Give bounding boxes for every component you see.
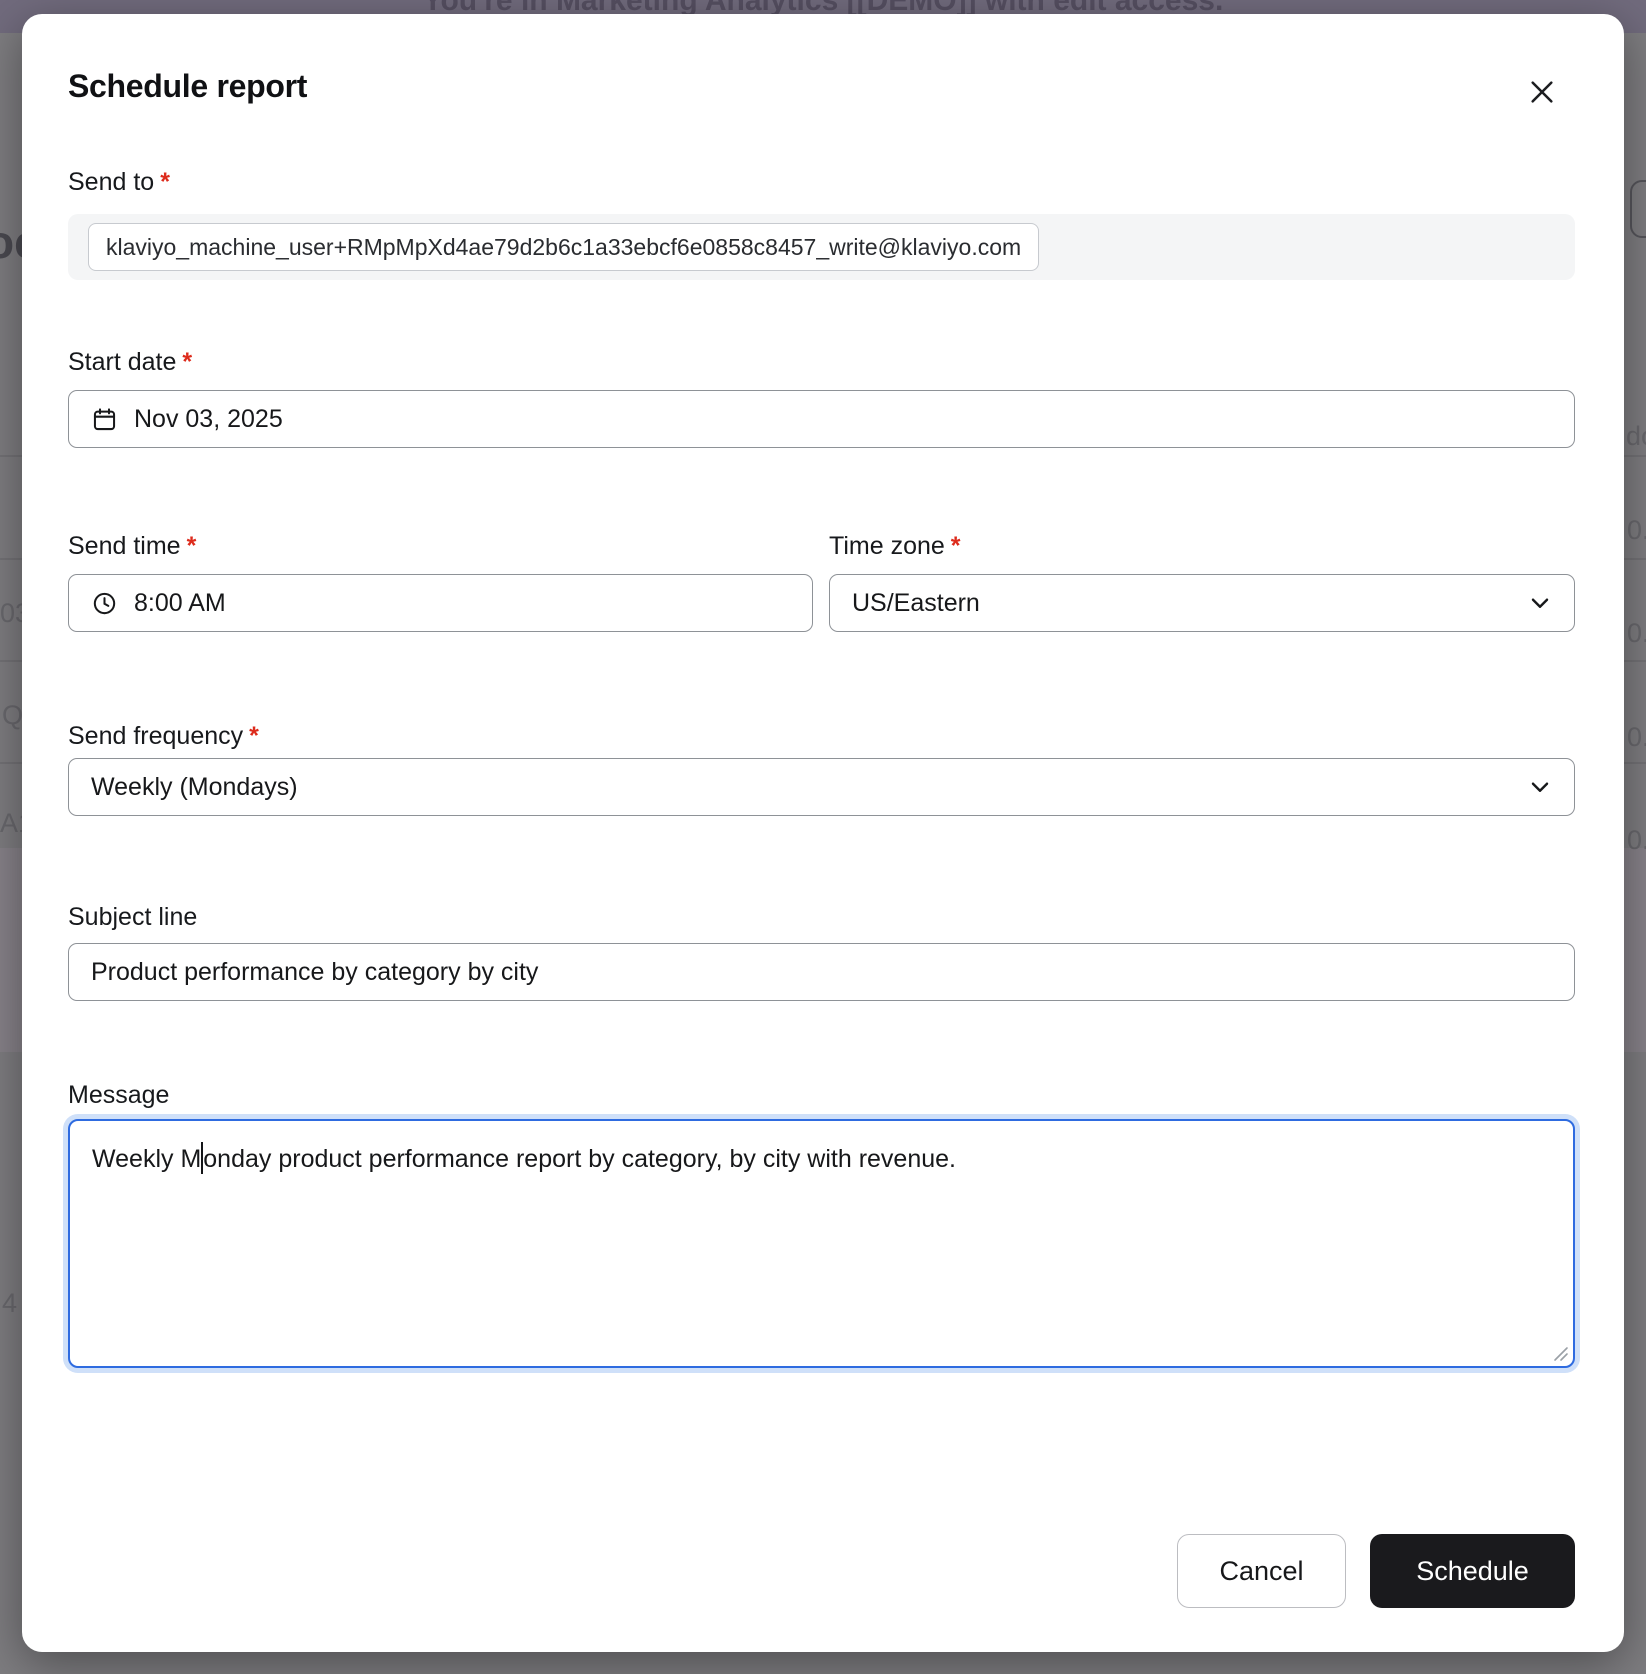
close-icon (1526, 76, 1558, 108)
bg-fragment: Q (2, 700, 23, 731)
close-button[interactable] (1518, 68, 1566, 116)
bg-fragment: 0.0 (1627, 515, 1646, 546)
send-time-input[interactable]: 8:00 AM (68, 574, 813, 632)
chevron-down-icon (1526, 589, 1554, 617)
time-zone-label: Time zone* (829, 532, 961, 562)
time-zone-select[interactable]: US/Eastern (829, 574, 1575, 632)
message-textarea[interactable]: Weekly Monday product performance report… (68, 1119, 1575, 1368)
send-frequency-label: Send frequency* (68, 722, 259, 752)
message-text-after-caret: onday product performance report by cate… (203, 1145, 956, 1173)
start-date-input[interactable]: Nov 03, 2025 (68, 390, 1575, 448)
schedule-button[interactable]: Schedule (1370, 1534, 1575, 1608)
bg-fragment: 0.0 (1627, 722, 1646, 753)
subject-line-input[interactable] (68, 943, 1575, 1001)
schedule-report-modal: Schedule report Send to* klaviyo_machine… (22, 14, 1624, 1652)
send-frequency-select[interactable]: Weekly (Mondays) (68, 758, 1575, 816)
send-time-label: Send time* (68, 532, 196, 562)
start-date-label: Start date* (68, 348, 192, 378)
cancel-button[interactable]: Cancel (1177, 1534, 1346, 1608)
required-asterisk: * (160, 168, 170, 196)
start-date-value: Nov 03, 2025 (134, 405, 283, 434)
time-zone-value: US/Eastern (852, 589, 980, 618)
send-frequency-value: Weekly (Mondays) (91, 773, 298, 802)
bg-fragment: do (1626, 421, 1646, 452)
resize-handle[interactable] (1551, 1344, 1569, 1362)
send-to-label: Send to* (68, 168, 170, 198)
message-text-before-caret: Weekly M (92, 1145, 201, 1173)
send-to-input[interactable]: klaviyo_machine_user+RMpMpXd4ae79d2b6c1a… (68, 214, 1575, 280)
modal-title: Schedule report (68, 68, 307, 105)
send-time-value: 8:00 AM (134, 589, 226, 618)
required-asterisk: * (187, 532, 197, 560)
required-asterisk: * (951, 532, 961, 560)
send-to-email-chip: klaviyo_machine_user+RMpMpXd4ae79d2b6c1a… (88, 223, 1039, 271)
chevron-down-icon (1526, 773, 1554, 801)
bg-fragment: 4 (2, 1288, 17, 1319)
subject-line-label: Subject line (68, 903, 197, 933)
clock-icon (91, 590, 118, 617)
required-asterisk: * (182, 348, 192, 376)
bg-button-fragment (1630, 180, 1646, 238)
bg-fragment: 0.0 (1627, 825, 1646, 856)
calendar-icon (91, 406, 118, 433)
bg-fragment: 0.0 (1627, 618, 1646, 649)
message-label: Message (68, 1081, 169, 1111)
required-asterisk: * (249, 722, 259, 750)
